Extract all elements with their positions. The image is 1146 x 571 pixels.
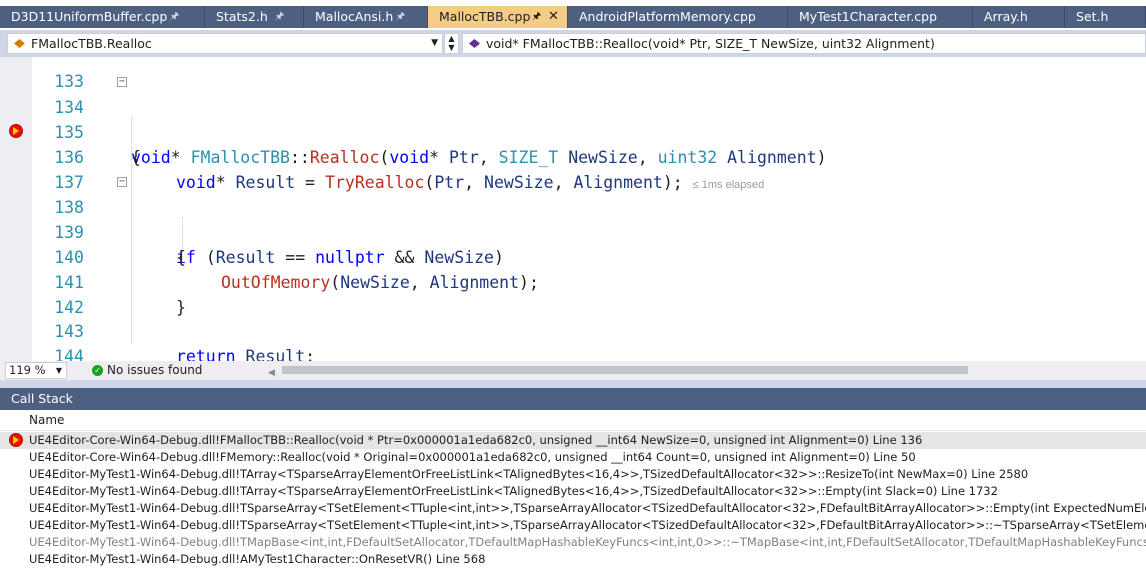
collapse-icon[interactable]: −: [117, 77, 127, 87]
tab-stats2[interactable]: Stats2.h 🖈︎: [205, 6, 304, 28]
tab-label: MyTest1Character.cpp: [799, 9, 938, 24]
editor-status-strip: 119 % ▼ ✓ No issues found ◀: [0, 361, 1146, 380]
stack-frame-text: UE4Editor-MyTest1-Win64-Debug.dll!TArray…: [29, 467, 1029, 481]
stack-frame-text: UE4Editor-MyTest1-Win64-Debug.dll!TSpars…: [29, 501, 1146, 515]
collapse-icon[interactable]: −: [117, 177, 127, 187]
zoom-dropdown[interactable]: 119 % ▼: [5, 362, 67, 379]
code-line: 138 − if (Result == nullptr && NewSize): [0, 170, 1146, 268]
tab-androidplatformmemory[interactable]: AndroidPlatformMemory.cpp: [568, 6, 788, 28]
code-line: 145: [0, 345, 1146, 361]
tab-label: MallocAnsi.h: [315, 9, 394, 24]
member-scope-label: void* FMallocTBB::Realloc(void* Ptr, SIZ…: [486, 36, 935, 51]
pin-icon[interactable]: 🖈︎: [275, 6, 284, 28]
code-line: 135 {: [0, 95, 1146, 167]
class-scope-dropdown[interactable]: FMallocTBB.Realloc ▼: [7, 33, 443, 54]
code-line: 139 {: [0, 195, 1146, 267]
current-frame-arrow-icon: [9, 433, 23, 447]
code-line: 141 }: [0, 245, 1146, 317]
issues-indicator[interactable]: ✓ No issues found: [92, 361, 202, 380]
stack-frame-row[interactable]: UE4Editor-MyTest1-Win64-Debug.dll!TSpars…: [0, 517, 1146, 534]
pin-icon[interactable]: 🖈︎: [170, 6, 179, 28]
navigation-bar: FMallocTBB.Realloc ▼ ▲ ▼ void* FMallocTBB…: [0, 30, 1146, 57]
check-circle-icon: ✓: [92, 365, 103, 376]
tab-label: Set.h: [1076, 9, 1109, 24]
chevron-down-icon: ▼: [431, 38, 438, 48]
stack-frame-row[interactable]: UE4Editor-Core-Win64-Debug.dll!FMallocTB…: [0, 432, 1146, 449]
stack-frame-text: UE4Editor-MyTest1-Win64-Debug.dll!AMyTes…: [29, 552, 486, 566]
close-icon[interactable]: ✕: [548, 6, 559, 28]
code-line: 144 }: [0, 319, 1146, 361]
code-editor[interactable]: 133 134 − void* FMallocTBB::Realloc(void…: [0, 57, 1146, 361]
scrollbar-thumb[interactable]: [282, 366, 968, 374]
panel-splitter[interactable]: [0, 380, 1146, 388]
tab-mallocansi[interactable]: MallocAnsi.h 🖈︎: [304, 6, 428, 28]
class-scope-label: FMallocTBB.Realloc: [31, 36, 152, 51]
code-line: 143 return Result;: [0, 294, 1146, 361]
stack-frame-text: UE4Editor-MyTest1-Win64-Debug.dll!TSpars…: [29, 518, 1146, 532]
stack-frame-row[interactable]: UE4Editor-MyTest1-Win64-Debug.dll!TMapBa…: [0, 534, 1146, 551]
column-header-name[interactable]: Name: [0, 410, 1146, 431]
method-icon: [469, 39, 480, 48]
code-line: 142: [0, 270, 1146, 317]
code-line: 133: [0, 57, 1146, 91]
call-stack-panel: Call Stack Name UE4Editor-Core-Win64-Deb…: [0, 388, 1146, 571]
stack-frame-text: UE4Editor-Core-Win64-Debug.dll!FMallocTB…: [29, 433, 923, 447]
chevron-down-icon: ▼: [55, 366, 62, 375]
document-tab-bar: D3D11UniformBuffer.cpp 🖈︎ Stats2.h 🖈︎ Ma…: [0, 6, 1146, 28]
stack-frame-row[interactable]: UE4Editor-MyTest1-Win64-Debug.dll!TSpars…: [0, 500, 1146, 517]
tab-array[interactable]: Array.h: [973, 6, 1065, 28]
panel-title: Call Stack: [0, 388, 1146, 410]
tab-label: Stats2.h: [216, 9, 268, 24]
member-scope-dropdown[interactable]: void* FMallocTBB::Realloc(void* Ptr, SIZ…: [462, 33, 1146, 54]
stack-frame-text: UE4Editor-MyTest1-Win64-Debug.dll!TMapBa…: [29, 535, 1146, 549]
tab-label: MallocTBB.cpp: [439, 9, 531, 24]
stack-frame-text: UE4Editor-MyTest1-Win64-Debug.dll!TArray…: [29, 484, 998, 498]
code-line: 140 OutOfMemory(NewSize, Alignment);: [0, 220, 1146, 292]
pin-icon[interactable]: 🖈︎: [396, 6, 405, 28]
zoom-value: 119 %: [9, 363, 46, 377]
tab-malloctbb[interactable]: MallocTBB.cpp 🖈︎ ✕: [428, 6, 568, 28]
code-line-current: 136 void* Result = TryRealloc(Ptr, NewSi…: [0, 120, 1146, 192]
stack-frame-row[interactable]: UE4Editor-MyTest1-Win64-Debug.dll!TArray…: [0, 483, 1146, 500]
code-line: 134 − void* FMallocTBB::Realloc(void* Pt…: [0, 70, 1146, 168]
tab-label: AndroidPlatformMemory.cpp: [579, 9, 756, 24]
tab-label: Array.h: [984, 9, 1028, 24]
scope-spinner[interactable]: ▲ ▼: [444, 33, 459, 54]
code-line: 137: [0, 145, 1146, 192]
tab-mytest1character[interactable]: MyTest1Character.cpp: [788, 6, 973, 28]
stack-frame-text: UE4Editor-Core-Win64-Debug.dll!FMemory::…: [29, 450, 916, 464]
pin-icon[interactable]: 🖈︎: [532, 6, 541, 28]
tab-set[interactable]: Set.h: [1065, 6, 1146, 28]
class-icon: [14, 39, 25, 48]
horizontal-scrollbar[interactable]: ◀: [268, 364, 968, 378]
issues-label: No issues found: [107, 363, 203, 377]
stack-frame-row[interactable]: UE4Editor-MyTest1-Win64-Debug.dll!AMyTes…: [0, 551, 1146, 568]
stack-frame-row[interactable]: UE4Editor-MyTest1-Win64-Debug.dll!TArray…: [0, 466, 1146, 483]
tab-d3d11uniformbuffer[interactable]: D3D11UniformBuffer.cpp 🖈︎: [0, 6, 205, 28]
tab-label: D3D11UniformBuffer.cpp: [11, 9, 168, 24]
stack-frame-row[interactable]: UE4Editor-Core-Win64-Debug.dll!FMemory::…: [0, 449, 1146, 466]
